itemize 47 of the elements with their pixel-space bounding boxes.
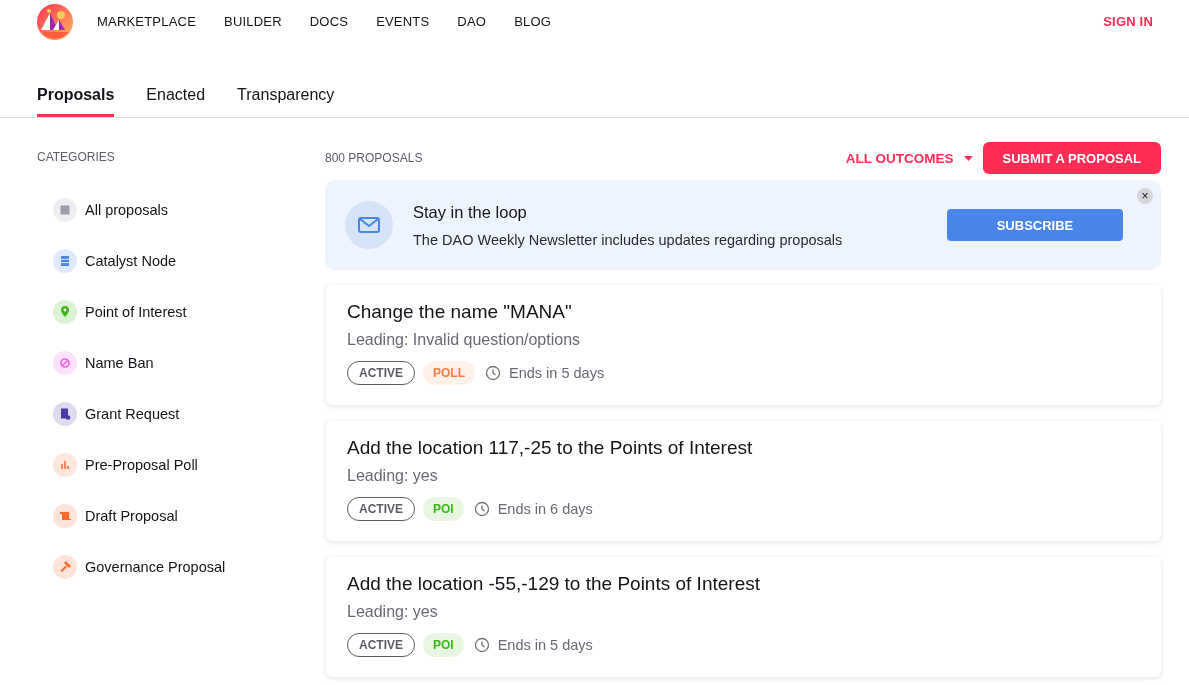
proposal-title: Add the location 117,-25 to the Points of Interest: [347, 437, 754, 459]
category-item[interactable]: Draft Proposal: [85, 507, 178, 524]
type-badge: POI: [423, 633, 464, 657]
type-badge: POI: [423, 497, 464, 521]
submit-proposal-button[interactable]: SUBMIT A PROPOSAL: [982, 142, 1161, 174]
type-badge: POLL: [423, 361, 475, 385]
clock-icon: [473, 501, 490, 517]
proposal-title: Add the location -55,-129 to the Points of Interest: [347, 573, 761, 595]
nav-link[interactable]: EVENTS: [376, 14, 430, 29]
proposal-card[interactable]: Add the location 117,-25 to the Points of Interest Leading: yes ACTIVE POI Ends in 6 days: [326, 421, 1161, 541]
category-item[interactable]: Point of Interest: [85, 303, 187, 320]
caret-icon: [963, 155, 973, 161]
category-item[interactable]: Governance Proposal: [85, 558, 226, 575]
tab[interactable]: Proposals: [37, 73, 115, 117]
category-item[interactable]: All proposals: [85, 201, 168, 218]
close-button[interactable]: ×: [1137, 188, 1153, 204]
mail-icon: [345, 201, 393, 249]
proposal-count: 800 PROPOSALS: [325, 151, 423, 165]
subscribe-button[interactable]: SUBSCRIBE: [947, 209, 1123, 241]
logo-icon[interactable]: [37, 3, 73, 40]
nav-link[interactable]: BLOG: [514, 14, 552, 29]
nav-link[interactable]: DAO: [457, 14, 487, 29]
tab[interactable]: Transparency: [237, 73, 335, 117]
category-item[interactable]: Pre-Proposal Poll: [85, 456, 198, 473]
sidebar-heading: CATEGORIES: [37, 150, 116, 164]
tab[interactable]: Enacted: [146, 73, 206, 117]
leading-option: Leading: yes: [347, 603, 1140, 621]
clock-icon: [473, 637, 490, 653]
proposal-card[interactable]: Change the name "MANA" Leading: Invalid question/options ACTIVE POLL Ends in 5 days: [326, 285, 1161, 405]
proposal-card[interactable]: Add the location -55,-129 to the Points of Interest Leading: yes ACTIVE POI Ends in 5 days: [326, 557, 1161, 677]
sign-in-link[interactable]: SIGN IN: [1103, 14, 1153, 29]
outcome-filter[interactable]: ALL OUTCOMES: [845, 150, 973, 166]
newsletter-text: The DAO Weekly Newsletter includes updates regarding proposals: [413, 231, 843, 248]
end-time: Ends in 5 days: [497, 637, 593, 653]
category-item[interactable]: Catalyst Node: [85, 252, 177, 269]
clock-icon: [485, 365, 501, 381]
leading-option: Leading: yes: [347, 467, 1140, 485]
end-time: Ends in 5 days: [509, 365, 605, 381]
nav-link[interactable]: BUILDER: [224, 14, 282, 29]
nav-link[interactable]: DOCS: [309, 14, 349, 29]
nav-link[interactable]: MARKETPLACE: [97, 14, 196, 29]
end-time: Ends in 6 days: [497, 501, 593, 517]
leading-option: Leading: Invalid question/options: [347, 331, 1140, 349]
newsletter-title: Stay in the loop: [413, 202, 528, 222]
category-item[interactable]: Grant Request: [85, 405, 180, 422]
category-item[interactable]: Name Ban: [85, 354, 154, 371]
proposal-title: Change the name "MANA": [347, 301, 573, 323]
